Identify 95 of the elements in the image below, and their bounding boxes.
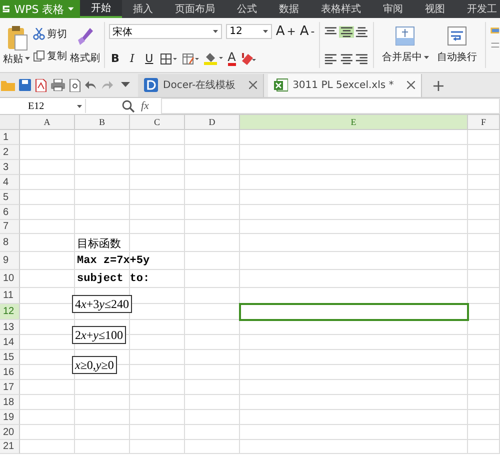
cell-text: Max z=7x+5y bbox=[76, 255, 151, 267]
table-style-icon[interactable] bbox=[182, 52, 200, 65]
save-icon[interactable] bbox=[19, 79, 31, 91]
caret-icon[interactable] bbox=[212, 30, 218, 34]
document-tab[interactable]: Docer-在线模板 bbox=[138, 74, 264, 96]
wrap-text-icon[interactable] bbox=[446, 26, 467, 46]
formula-input[interactable] bbox=[160, 98, 500, 114]
row-header[interactable]: 21 bbox=[0, 440, 20, 454]
font-size-field[interactable]: 12 bbox=[226, 24, 272, 40]
print-preview-icon[interactable] bbox=[69, 78, 81, 92]
caret-icon[interactable] bbox=[262, 30, 268, 34]
align-right-icon[interactable] bbox=[354, 52, 370, 64]
column-header[interactable]: C bbox=[130, 115, 185, 130]
docer-logo-icon[interactable] bbox=[144, 78, 158, 92]
align-left-icon[interactable] bbox=[323, 52, 339, 64]
name-box[interactable]: E12 bbox=[0, 99, 86, 113]
printer-icon[interactable] bbox=[51, 79, 65, 91]
document-tab[interactable]: 3011 PL 5excel.xls * bbox=[268, 74, 422, 96]
close-icon[interactable] bbox=[406, 81, 415, 89]
clipboard-icon[interactable] bbox=[6, 24, 28, 50]
caret-icon[interactable] bbox=[25, 57, 30, 60]
caret-icon[interactable] bbox=[424, 56, 429, 58]
borders-icon[interactable] bbox=[160, 52, 178, 65]
paintbrush-icon[interactable] bbox=[76, 26, 94, 48]
merge-center-button[interactable]: 合并居中 bbox=[378, 18, 433, 72]
menu-tab[interactable]: 数据 bbox=[268, 0, 310, 18]
menu-tab[interactable]: 开发工 bbox=[456, 0, 500, 18]
menu-tab[interactable]: 页面布局 bbox=[164, 0, 226, 18]
dropdown-icon[interactable] bbox=[121, 82, 130, 88]
merge-cells-icon[interactable] bbox=[395, 26, 416, 46]
italic-button[interactable]: I bbox=[126, 52, 139, 66]
font-name-field[interactable]: 宋体 bbox=[108, 24, 222, 40]
column-header[interactable]: B bbox=[75, 115, 130, 130]
column-header[interactable]: D bbox=[185, 115, 240, 130]
menu-tab[interactable]: 视图 bbox=[414, 0, 456, 18]
row-header[interactable]: 10 bbox=[0, 270, 20, 288]
row-header[interactable]: 11 bbox=[0, 288, 20, 304]
row-header[interactable]: 1 bbox=[0, 130, 20, 145]
row-header[interactable]: 6 bbox=[0, 205, 20, 220]
font-color-button[interactable]: A bbox=[228, 52, 236, 66]
caret-icon[interactable] bbox=[77, 104, 82, 108]
logo-icon[interactable] bbox=[2, 4, 10, 14]
align-middle-icon[interactable] bbox=[338, 26, 354, 38]
caret-icon[interactable] bbox=[68, 7, 74, 11]
align-center-icon[interactable] bbox=[338, 52, 354, 64]
new-tab-button[interactable]: + bbox=[426, 76, 452, 94]
eraser-icon[interactable] bbox=[240, 52, 256, 66]
row-header[interactable]: 5 bbox=[0, 190, 20, 205]
copy-button[interactable]: 复制 bbox=[33, 49, 67, 63]
formula-text-box[interactable]: x≥0,y≥0 bbox=[72, 356, 117, 374]
row-header[interactable]: 9 bbox=[0, 252, 20, 270]
copy-icon[interactable] bbox=[33, 50, 45, 62]
wrap-text-button[interactable]: 自动换行 bbox=[432, 18, 481, 72]
row-header[interactable]: 2 bbox=[0, 145, 20, 160]
column-header[interactable]: A bbox=[20, 115, 75, 130]
underline-button[interactable]: U bbox=[142, 52, 156, 66]
app-menu-button[interactable]: WPS 表格 bbox=[0, 0, 80, 18]
column-header[interactable]: E bbox=[240, 115, 468, 130]
close-icon[interactable] bbox=[248, 81, 257, 89]
paste-button[interactable]: 粘贴 bbox=[3, 52, 30, 66]
scissors-icon[interactable] bbox=[33, 28, 45, 40]
row-header[interactable]: 18 bbox=[0, 395, 20, 410]
undo-icon[interactable] bbox=[85, 80, 97, 90]
row-header[interactable]: 8 bbox=[0, 234, 20, 252]
formula-text-box[interactable]: 2x+y≤100 bbox=[72, 326, 126, 344]
search-icon[interactable] bbox=[122, 100, 135, 112]
column-header[interactable]: F bbox=[468, 115, 500, 130]
menu-tab[interactable]: 插入 bbox=[122, 0, 164, 18]
row-header[interactable]: 12 bbox=[0, 304, 20, 320]
row-header[interactable]: 3 bbox=[0, 160, 20, 175]
cell-text: subject to: bbox=[76, 273, 151, 285]
row-header[interactable]: 20 bbox=[0, 425, 20, 440]
row-header[interactable]: 14 bbox=[0, 335, 20, 350]
row-header[interactable]: 15 bbox=[0, 350, 20, 365]
row-header[interactable]: 16 bbox=[0, 365, 20, 380]
pdf-icon[interactable] bbox=[35, 78, 47, 92]
row-header[interactable]: 19 bbox=[0, 410, 20, 425]
format-painter-button[interactable]: 格式刷 bbox=[70, 26, 100, 64]
row-header[interactable]: 7 bbox=[0, 220, 20, 234]
menu-tab[interactable]: 表格样式 bbox=[310, 0, 372, 18]
bold-button[interactable]: B bbox=[108, 52, 122, 66]
cell-text: 目标函数 bbox=[76, 236, 122, 250]
align-bottom-icon[interactable] bbox=[354, 26, 370, 38]
row-header[interactable]: 13 bbox=[0, 320, 20, 335]
fill-color-icon[interactable] bbox=[204, 52, 224, 66]
row-header[interactable]: 4 bbox=[0, 175, 20, 190]
row-header[interactable]: 17 bbox=[0, 380, 20, 395]
insert-function-button[interactable]: fx bbox=[141, 100, 149, 112]
menu-tab[interactable]: 审阅 bbox=[372, 0, 414, 18]
spreadsheet-file-icon[interactable] bbox=[274, 78, 288, 92]
formula-text-box[interactable]: 4x+3y≤240 bbox=[72, 295, 132, 313]
menu-tab[interactable]: 公式 bbox=[226, 0, 268, 18]
menu-tab[interactable]: 开始 bbox=[80, 0, 122, 18]
active-cell-outline[interactable] bbox=[239, 303, 469, 321]
cut-button[interactable]: 剪切 bbox=[33, 27, 67, 41]
